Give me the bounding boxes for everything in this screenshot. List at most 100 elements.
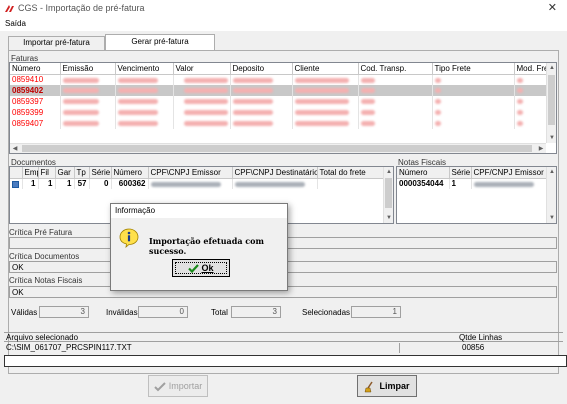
redacted-cell bbox=[60, 74, 116, 85]
doc-gar: 1 bbox=[55, 178, 75, 189]
faturas-col-cod-transp[interactable]: Cod. Transp. bbox=[358, 63, 433, 75]
importar-button[interactable]: Importar bbox=[148, 375, 208, 397]
table-row[interactable]: 0859399 bbox=[10, 107, 556, 118]
doc-serie: 0 bbox=[89, 178, 112, 189]
info-dialog: Informação Importação efetuada com suces… bbox=[110, 203, 288, 291]
redacted-cell bbox=[115, 74, 174, 85]
faturas-col-vencimento[interactable]: Vencimento bbox=[115, 63, 174, 75]
table-row[interactable]: 0859402 bbox=[10, 85, 556, 96]
nf-col-serie[interactable]: Série bbox=[449, 167, 472, 179]
scroll-down-icon[interactable]: ▼ bbox=[384, 213, 393, 223]
invalidas-label: Inválidas bbox=[106, 308, 138, 317]
file-info-values: C:\SIM_061707_PRCSPIN117.TXT 00856 bbox=[4, 343, 563, 353]
broom-icon bbox=[365, 381, 374, 392]
documentos-col-numero[interactable]: Número bbox=[111, 167, 149, 179]
redacted-cell bbox=[115, 85, 174, 96]
fatura-numero: 0859410 bbox=[10, 74, 61, 85]
documentos-col-cpf-emissor[interactable]: CPF\CNPJ Emissor bbox=[148, 167, 233, 179]
invalidas-count: 0 bbox=[138, 306, 188, 318]
validas-label: Válidas bbox=[11, 308, 38, 317]
faturas-horizontal-scrollbar[interactable]: ◀ ▶ bbox=[10, 143, 546, 153]
faturas-col-cliente[interactable]: Cliente bbox=[292, 63, 359, 75]
redacted-cell bbox=[292, 107, 359, 118]
documentos-col-serie[interactable]: Série bbox=[89, 167, 112, 179]
faturas-col-tipo-frete[interactable]: Tipo Frete bbox=[432, 63, 515, 75]
qtde-linhas-value: 00856 bbox=[462, 343, 485, 352]
faturas-col-numero[interactable]: Número bbox=[10, 63, 61, 75]
documentos-header-row: Emp Fil Gar Tp Série Número CPF\CNPJ Emi… bbox=[10, 167, 386, 179]
redacted-cell bbox=[60, 96, 116, 107]
redacted-cell bbox=[148, 178, 233, 189]
critica-documentos-label: Crítica Documentos bbox=[9, 252, 80, 261]
redacted-cell bbox=[358, 85, 433, 96]
redacted-cell bbox=[432, 107, 515, 118]
scroll-down-icon[interactable]: ▼ bbox=[547, 213, 556, 223]
redacted-cell bbox=[60, 107, 116, 118]
documentos-col-fil[interactable]: Fil bbox=[38, 167, 56, 179]
faturas-grid[interactable]: Número Emissão Vencimento Valor Deposito… bbox=[9, 62, 557, 154]
redacted-cell bbox=[230, 85, 293, 96]
scroll-thumb[interactable] bbox=[22, 145, 532, 152]
dialog-message: Importação efetuada com sucesso. bbox=[149, 236, 264, 256]
redacted-cell bbox=[358, 118, 433, 129]
close-icon[interactable]: ✕ bbox=[548, 1, 557, 14]
scroll-up-icon[interactable]: ▲ bbox=[547, 63, 556, 73]
scroll-left-icon[interactable]: ◀ bbox=[10, 144, 20, 153]
documentos-col-tp[interactable]: Tp bbox=[74, 167, 90, 179]
faturas-vertical-scrollbar[interactable]: ▲ ▼ bbox=[546, 63, 556, 143]
notas-fiscais-grid[interactable]: Número Série CPF/CNPJ Emissor 0000354044… bbox=[396, 166, 557, 224]
fatura-numero: 0859407 bbox=[10, 118, 61, 129]
scroll-down-icon[interactable]: ▼ bbox=[547, 133, 556, 143]
focus-rect bbox=[175, 262, 227, 274]
faturas-col-deposito[interactable]: Deposito bbox=[230, 63, 293, 75]
documentos-col-total-frete[interactable]: Total do frete bbox=[317, 167, 386, 179]
redacted-cell bbox=[358, 107, 433, 118]
notas-vertical-scrollbar[interactable]: ▲ ▼ bbox=[546, 167, 556, 223]
redacted-cell bbox=[432, 118, 515, 129]
total-count: 3 bbox=[231, 306, 281, 318]
faturas-col-emissao[interactable]: Emissão bbox=[60, 63, 116, 75]
redacted-cell bbox=[292, 96, 359, 107]
info-icon bbox=[119, 228, 139, 248]
table-row[interactable]: 0859407 bbox=[10, 118, 556, 129]
scroll-right-icon[interactable]: ▶ bbox=[536, 144, 546, 153]
redacted-cell bbox=[115, 107, 174, 118]
table-row[interactable]: 1 1 1 57 0 600362 bbox=[10, 178, 386, 189]
fatura-numero: 0859397 bbox=[10, 96, 61, 107]
scroll-up-icon[interactable]: ▲ bbox=[547, 167, 556, 177]
doc-tp: 57 bbox=[74, 178, 90, 189]
menu-bar: Saída bbox=[0, 18, 567, 31]
tab-gerar-pre-fatura[interactable]: Gerar pré-fatura bbox=[105, 34, 215, 50]
scroll-thumb[interactable] bbox=[548, 75, 555, 125]
redacted-cell bbox=[230, 74, 293, 85]
fatura-numero: 0859399 bbox=[10, 107, 61, 118]
documentos-vertical-scrollbar[interactable]: ▲ ▼ bbox=[383, 167, 393, 223]
table-row[interactable]: 0859397 bbox=[10, 96, 556, 107]
documentos-col-gar[interactable]: Gar bbox=[55, 167, 75, 179]
redacted-cell bbox=[292, 118, 359, 129]
nf-col-numero[interactable]: Número bbox=[397, 167, 450, 179]
redacted-cell bbox=[358, 96, 433, 107]
nf-col-cpf-emissor[interactable]: CPF/CNPJ Emissor bbox=[471, 167, 556, 179]
menu-item-saida[interactable]: Saída bbox=[5, 19, 26, 28]
documentos-col-cpf-destinatario[interactable]: CPF\CNPJ Destinatário bbox=[232, 167, 318, 179]
doc-fil: 1 bbox=[38, 178, 56, 189]
redacted-cell bbox=[432, 96, 515, 107]
redacted-cell bbox=[173, 107, 231, 118]
faturas-col-valor[interactable]: Valor bbox=[173, 63, 231, 75]
redacted-cell bbox=[358, 74, 433, 85]
redacted-cell bbox=[292, 74, 359, 85]
tab-importar-pre-fatura[interactable]: Importar pré-fatura bbox=[8, 36, 105, 50]
nf-numero: 0000354044 bbox=[397, 178, 450, 189]
scroll-up-icon[interactable]: ▲ bbox=[384, 167, 393, 177]
table-row[interactable]: 0859410 bbox=[10, 74, 556, 85]
documentos-col-indicator bbox=[10, 167, 23, 179]
scroll-thumb[interactable] bbox=[385, 178, 392, 208]
limpar-label: Limpar bbox=[379, 381, 410, 391]
check-icon bbox=[154, 381, 166, 392]
limpar-button[interactable]: Limpar bbox=[357, 375, 417, 397]
table-row[interactable]: 0000354044 1 bbox=[397, 178, 556, 189]
documentos-col-emp[interactable]: Emp bbox=[22, 167, 39, 179]
ok-button[interactable]: Ok bbox=[172, 259, 230, 277]
redacted-cell bbox=[471, 178, 556, 189]
